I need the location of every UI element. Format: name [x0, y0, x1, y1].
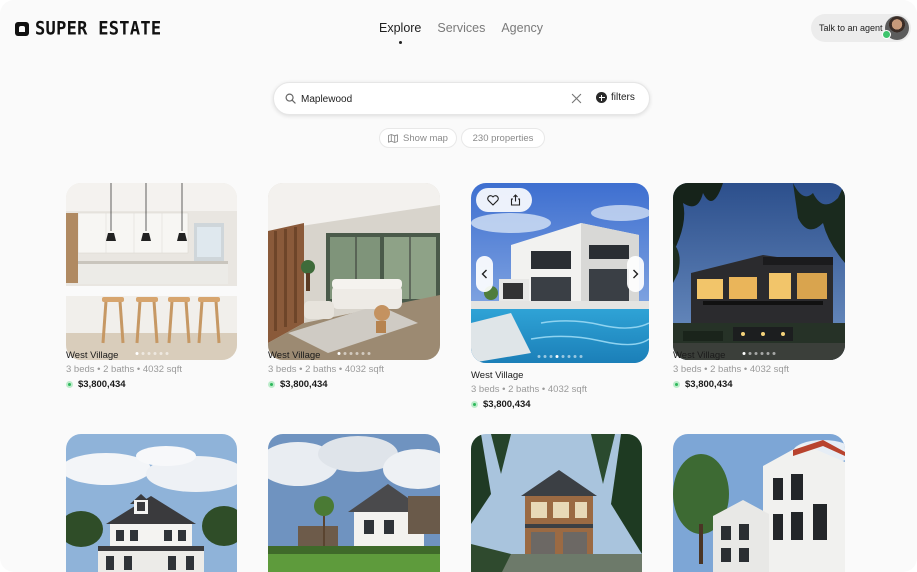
- show-map-button[interactable]: Show map: [379, 128, 457, 148]
- previous-photo-button[interactable]: [476, 256, 493, 292]
- cottage-photo: [268, 434, 440, 572]
- listing-photo[interactable]: [673, 434, 845, 572]
- show-map-label: Show map: [403, 132, 448, 144]
- kitchen-photo: [66, 183, 237, 360]
- price-status-icon: [471, 401, 478, 408]
- listing-specs: 3 beds • 2 baths • 4032 sqft: [471, 384, 587, 395]
- listing-price: $3,800,434: [685, 379, 733, 390]
- listing-info: West Village 3 beds • 2 baths • 4032 sqf…: [268, 350, 384, 390]
- listing-title: West Village: [471, 370, 524, 381]
- results-count-badge: 230 properties: [461, 128, 545, 148]
- listing-title: West Village: [268, 350, 321, 361]
- listing-info: West Village 3 beds • 2 baths • 4032 sqf…: [673, 350, 789, 390]
- talk-to-agent-label: Talk to an agent: [819, 23, 883, 33]
- townhouse-photo: [673, 434, 845, 572]
- heart-icon[interactable]: [487, 194, 500, 206]
- logo[interactable]: SUPER ESTATE: [15, 18, 162, 40]
- farmhouse-photo: [66, 434, 237, 572]
- listing-photo[interactable]: [471, 434, 642, 572]
- close-icon[interactable]: [571, 93, 582, 104]
- filters-button[interactable]: filters: [596, 92, 635, 103]
- chevron-left-icon: [481, 269, 487, 279]
- search-icon: [285, 93, 296, 104]
- app-window: SUPER ESTATE Explore Services Agency Tal…: [0, 0, 917, 572]
- talk-to-agent-button[interactable]: Talk to an agent: [811, 14, 911, 42]
- nav-item-label: Agency: [501, 21, 544, 35]
- listing-photo[interactable]: [66, 434, 237, 572]
- nav-item-agency[interactable]: Agency: [501, 21, 543, 35]
- main-nav: Explore Services Agency: [379, 21, 543, 44]
- price-status-icon: [66, 381, 73, 388]
- listing-photo[interactable]: [268, 434, 440, 572]
- map-icon: [388, 133, 398, 143]
- results-count-label: 230 properties: [472, 132, 534, 144]
- listing-specs: 3 beds • 2 baths • 4032 sqft: [66, 364, 182, 375]
- logo-text: SUPER ESTATE: [35, 18, 162, 40]
- listing-specs: 3 beds • 2 baths • 4032 sqft: [673, 364, 789, 375]
- listing-photo[interactable]: [673, 183, 845, 360]
- price-status-icon: [673, 381, 680, 388]
- nav-item-label: Services: [437, 21, 486, 35]
- photo-pagination[interactable]: [537, 355, 583, 358]
- filters-label: filters: [611, 92, 635, 103]
- listing-title: West Village: [66, 350, 119, 361]
- add-filter-icon: [596, 92, 607, 103]
- listing-photo[interactable]: [268, 183, 440, 360]
- listing-title: West Village: [673, 350, 726, 361]
- listing-specs: 3 beds • 2 baths • 4032 sqft: [268, 364, 384, 375]
- search-bar: filters: [273, 82, 650, 115]
- next-photo-button[interactable]: [627, 256, 644, 292]
- listing-photo[interactable]: [471, 183, 649, 363]
- nav-item-services[interactable]: Services: [437, 21, 485, 35]
- listing-info: West Village 3 beds • 2 baths • 4032 sqf…: [66, 350, 182, 390]
- nav-item-explore[interactable]: Explore: [379, 21, 422, 44]
- listing-price: $3,800,434: [280, 379, 328, 390]
- listing-photo[interactable]: [66, 183, 237, 360]
- living-room-photo: [268, 183, 440, 360]
- share-icon[interactable]: [510, 194, 521, 206]
- search-input[interactable]: [301, 91, 551, 107]
- listing-price: $3,800,434: [78, 379, 126, 390]
- cabin-photo: [471, 434, 642, 572]
- chevron-right-icon: [633, 269, 639, 279]
- price-status-icon: [268, 381, 275, 388]
- card-actions: [476, 188, 532, 212]
- online-status-icon: [882, 30, 891, 39]
- active-indicator: [398, 41, 402, 44]
- listing-info: West Village 3 beds • 2 baths • 4032 sqf…: [471, 370, 587, 410]
- night-house-photo: [673, 183, 845, 360]
- nav-item-label: Explore: [379, 21, 422, 35]
- listing-price: $3,800,434: [483, 399, 531, 410]
- logo-icon: [15, 22, 29, 36]
